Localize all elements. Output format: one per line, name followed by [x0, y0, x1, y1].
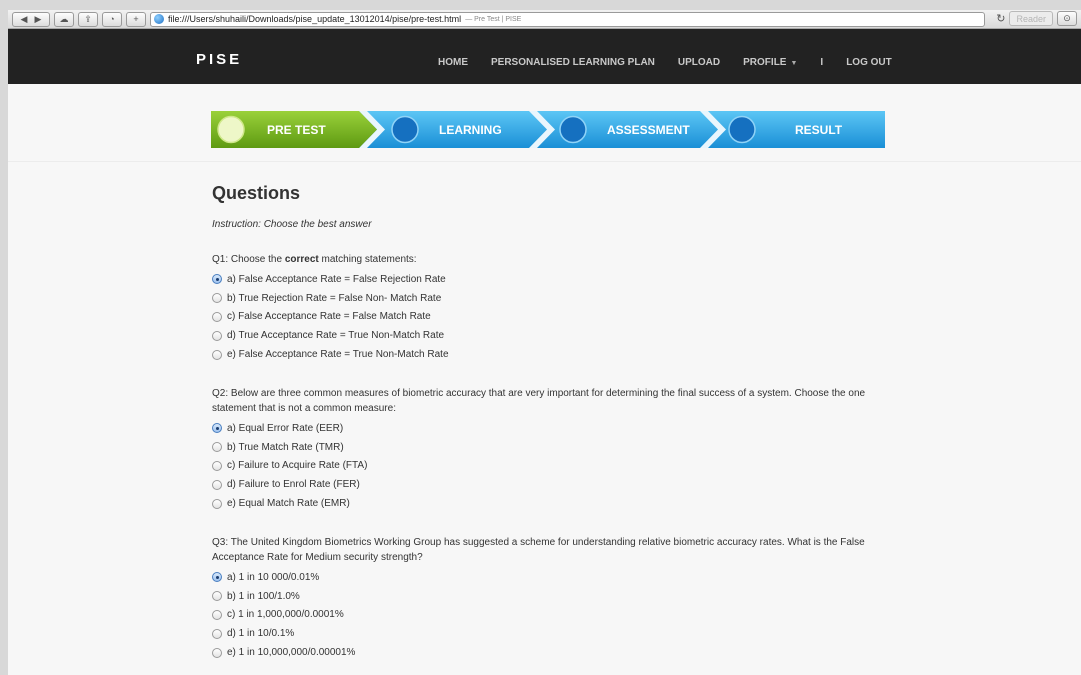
radio-button[interactable]: [212, 311, 222, 322]
answer-option[interactable]: a) False Acceptance Rate = False Rejecti…: [212, 270, 892, 289]
nav-separator: I: [820, 57, 824, 68]
radio-button-selected[interactable]: [212, 572, 222, 583]
answer-option[interactable]: b) True Match Rate (TMR): [212, 438, 892, 457]
radio-button[interactable]: [212, 609, 222, 620]
question-1-emphasis: correct: [284, 254, 319, 265]
answer-option[interactable]: a) 1 in 10 000/0.01%: [212, 568, 892, 587]
cloud-icon[interactable]: ☁: [54, 11, 74, 27]
instruction-text: Instruction: Choose the best answer: [212, 219, 372, 230]
add-tab-icon[interactable]: +: [126, 11, 146, 27]
address-bar[interactable]: file:///Users/shuhaili/Downloads/pise_up…: [150, 11, 985, 27]
radio-button-selected[interactable]: [212, 423, 222, 434]
question-1-suffix: matching statements:: [318, 254, 417, 265]
answer-option[interactable]: e) 1 in 10,000,000/0.00001%: [212, 643, 892, 662]
step-circle-assessment: [559, 115, 587, 144]
nav-home[interactable]: HOME: [438, 57, 468, 68]
answer-option[interactable]: b) 1 in 100/1.0%: [212, 587, 892, 606]
brand-logo[interactable]: PISE: [196, 51, 242, 68]
page-title: Questions: [212, 183, 301, 203]
radio-button[interactable]: [212, 479, 222, 490]
radio-button[interactable]: [212, 628, 222, 639]
radio-button[interactable]: [212, 442, 222, 453]
reader-button[interactable]: Reader: [1009, 11, 1053, 26]
answer-label: c) False Acceptance Rate = False Match R…: [227, 311, 431, 323]
url-text: file:///Users/shuhaili/Downloads/pise_up…: [168, 14, 462, 24]
questions-section: Questions Instruction: Choose the best a…: [212, 183, 892, 662]
answer-label: e) 1 in 10,000,000/0.00001%: [227, 647, 356, 659]
reload-icon[interactable]: ↻: [996, 12, 1005, 25]
answer-label: a) 1 in 10 000/0.01%: [227, 571, 320, 583]
question-1-text: Q1: Choose the correct matching statemen…: [212, 252, 892, 267]
answer-option[interactable]: a) Equal Error Rate (EER): [212, 419, 892, 438]
answer-option[interactable]: d) Failure to Enrol Rate (FER): [212, 475, 892, 494]
question-2-text: Q2: Below are three common measures of b…: [212, 387, 866, 414]
answer-label: d) True Acceptance Rate = True Non-Match…: [227, 330, 445, 342]
nav-logout[interactable]: LOG OUT: [846, 57, 892, 68]
answer-label: d) Failure to Enrol Rate (FER): [227, 479, 360, 491]
step-result[interactable]: RESULT: [795, 123, 842, 137]
step-circle-learning: [391, 115, 419, 144]
history-icon[interactable]: ◔: [102, 11, 122, 27]
answer-option[interactable]: d) True Acceptance Rate = True Non-Match…: [212, 326, 892, 345]
back-forward-buttons[interactable]: ◀ ▶: [12, 11, 50, 27]
step-circle-result: [728, 115, 756, 144]
answer-label: e) Equal Match Rate (EMR): [227, 498, 350, 510]
download-icon[interactable]: ⊙: [1057, 11, 1077, 26]
answer-label: c) 1 in 1,000,000/0.0001%: [227, 609, 344, 621]
top-navbar: PISE HOME PERSONALISED LEARNING PLAN UPL…: [8, 29, 1081, 84]
radio-button[interactable]: [212, 460, 222, 471]
answer-label: a) Equal Error Rate (EER): [227, 422, 344, 434]
back-icon[interactable]: ◀: [21, 14, 28, 25]
answer-label: d) 1 in 10/0.1%: [227, 628, 295, 640]
step-pre-test[interactable]: PRE TEST: [267, 123, 326, 137]
answer-label: e) False Acceptance Rate = True Non-Matc…: [227, 349, 449, 361]
answer-label: b) 1 in 100/1.0%: [227, 590, 300, 602]
nav-upload[interactable]: UPLOAD: [678, 57, 720, 68]
nav-profile-label: PROFILE: [743, 57, 787, 68]
forward-icon[interactable]: ▶: [35, 14, 42, 25]
question-1: Q1: Choose the correct matching statemen…: [212, 252, 892, 364]
radio-button[interactable]: [212, 498, 222, 509]
page: PISE HOME PERSONALISED LEARNING PLAN UPL…: [8, 29, 1081, 675]
answer-option[interactable]: b) True Rejection Rate = False Non- Matc…: [212, 289, 892, 308]
radio-button-selected[interactable]: [212, 274, 222, 285]
step-circle-pre-test: [217, 115, 245, 144]
answer-option[interactable]: c) Failure to Acquire Rate (FTA): [212, 457, 892, 476]
radio-button[interactable]: [212, 293, 222, 304]
progress-steps: PRE TEST LEARNING ASSESSMENT RESULT: [211, 111, 885, 148]
url-page-title: — Pre Test | PISE: [465, 15, 522, 23]
answer-option[interactable]: d) 1 in 10/0.1%: [212, 624, 892, 643]
radio-button[interactable]: [212, 591, 222, 602]
step-learning[interactable]: LEARNING: [439, 123, 502, 137]
share-icon[interactable]: ⇪: [78, 11, 98, 27]
answer-option[interactable]: c) 1 in 1,000,000/0.0001%: [212, 606, 892, 625]
question-1-prefix: Q1: Choose the: [212, 254, 285, 265]
radio-button[interactable]: [212, 349, 222, 360]
answer-option[interactable]: e) Equal Match Rate (EMR): [212, 494, 892, 513]
answer-label: b) True Match Rate (TMR): [227, 441, 344, 453]
answer-label: c) Failure to Acquire Rate (FTA): [227, 460, 368, 472]
chevron-down-icon: ▼: [790, 60, 798, 67]
answer-option[interactable]: c) False Acceptance Rate = False Match R…: [212, 308, 892, 327]
answer-option[interactable]: e) False Acceptance Rate = True Non-Matc…: [212, 345, 892, 364]
step-assessment[interactable]: ASSESSMENT: [607, 123, 690, 137]
globe-icon: [154, 14, 164, 24]
radio-button[interactable]: [212, 647, 222, 658]
answer-label: b) True Rejection Rate = False Non- Matc…: [227, 292, 442, 304]
nav-links: HOME PERSONALISED LEARNING PLAN UPLOAD P…: [438, 57, 915, 68]
nav-profile-dropdown[interactable]: PROFILE ▼: [743, 57, 797, 68]
radio-button[interactable]: [212, 330, 222, 341]
browser-toolbar: ◀ ▶ ☁ ⇪ ◔ + file:///Users/shuhaili/Downl…: [8, 10, 1081, 29]
nav-personalised-learning-plan[interactable]: PERSONALISED LEARNING PLAN: [491, 57, 655, 68]
question-3-text: Q3: The United Kingdom Biometrics Workin…: [212, 536, 865, 563]
answer-label: a) False Acceptance Rate = False Rejecti…: [227, 273, 446, 285]
question-2: Q2: Below are three common measures of b…: [212, 386, 892, 513]
question-3: Q3: The United Kingdom Biometrics Workin…: [212, 535, 892, 662]
